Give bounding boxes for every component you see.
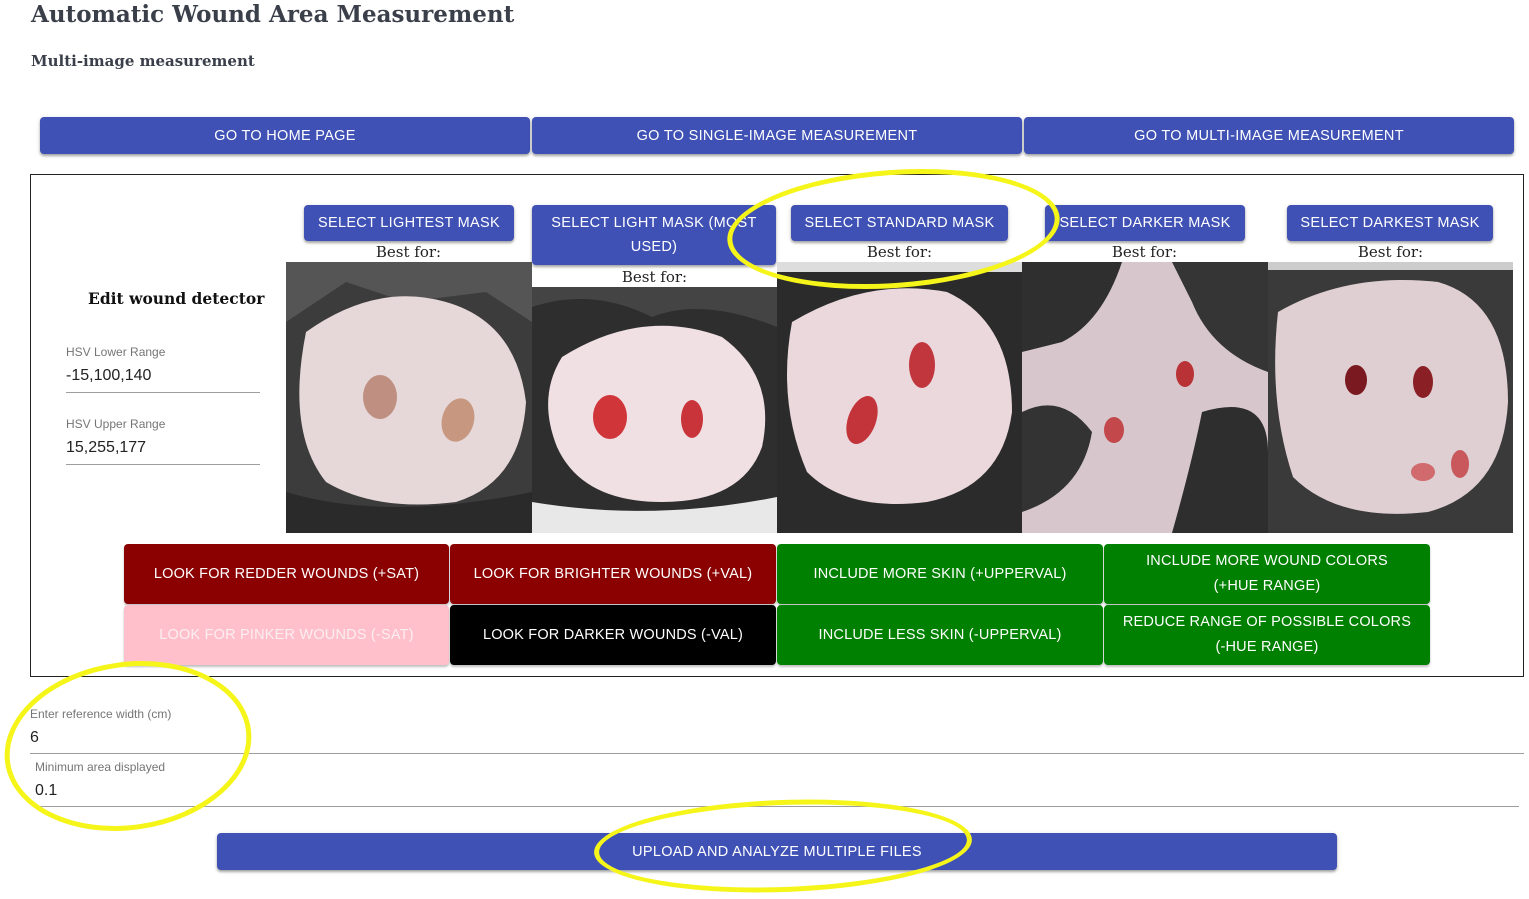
minimum-area-label: Minimum area displayed [35,760,166,774]
multi-image-button[interactable]: GO TO MULTI-IMAGE MEASUREMENT [1024,117,1514,154]
pinker-wounds-button[interactable]: LOOK FOR PINKER WOUNDS (-SAT) [124,605,449,665]
best-for-label: Best for: [1111,243,1178,261]
page-title: Automatic Wound Area Measurement [31,1,515,28]
minimum-area-input[interactable]: 0.1 [35,782,1519,806]
less-skin-button[interactable]: INCLUDE LESS SKIN (-UPPERVAL) [777,605,1103,665]
lightest-mask-example-image [286,262,532,533]
minimum-area-underline [35,806,1519,807]
home-page-button[interactable]: GO TO HOME PAGE [40,117,530,154]
page-subtitle: Multi-image measurement [31,52,255,70]
select-lightest-mask-button[interactable]: SELECT LIGHTEST MASK [304,205,514,241]
darker-wounds-button[interactable]: LOOK FOR DARKER WOUNDS (-VAL) [450,605,776,665]
select-light-mask-button[interactable]: SELECT LIGHT MASK (MOST USED) [532,205,776,265]
reference-width-input[interactable]: 6 [30,729,1524,753]
hsv-upper-underline [66,464,260,465]
select-darker-mask-button[interactable]: SELECT DARKER MASK [1045,205,1245,241]
more-wound-colors-button[interactable]: INCLUDE MORE WOUND COLORS (+HUE RANGE) [1104,544,1430,604]
reference-width-underline [30,753,1524,754]
standard-mask-example-image [777,262,1022,533]
select-standard-mask-button[interactable]: SELECT STANDARD MASK [791,205,1008,241]
redder-wounds-button[interactable]: LOOK FOR REDDER WOUNDS (+SAT) [124,544,449,604]
hsv-upper-label: HSV Upper Range [66,417,166,431]
light-mask-example-image [532,287,777,533]
edit-wound-detector-title: Edit wound detector [88,289,265,308]
upload-analyze-button[interactable]: UPLOAD AND ANALYZE MULTIPLE FILES [217,833,1337,870]
single-image-button[interactable]: GO TO SINGLE-IMAGE MEASUREMENT [532,117,1022,154]
best-for-label: Best for: [1357,243,1424,261]
reduce-color-range-button[interactable]: REDUCE RANGE OF POSSIBLE COLORS (-HUE RA… [1104,605,1430,665]
brighter-wounds-button[interactable]: LOOK FOR BRIGHTER WOUNDS (+VAL) [450,544,776,604]
best-for-label: Best for: [621,268,688,286]
best-for-label: Best for: [375,243,442,261]
reference-width-label: Enter reference width (cm) [30,707,172,721]
best-for-label: Best for: [866,243,933,261]
hsv-lower-label: HSV Lower Range [66,345,166,359]
hsv-upper-input[interactable]: 15,255,177 [66,439,260,463]
darkest-mask-example-image [1268,262,1513,533]
hsv-lower-underline [66,392,260,393]
darker-mask-example-image [1022,262,1268,533]
more-skin-button[interactable]: INCLUDE MORE SKIN (+UPPERVAL) [777,544,1103,604]
select-darkest-mask-button[interactable]: SELECT DARKEST MASK [1287,205,1493,241]
hsv-lower-input[interactable]: -15,100,140 [66,367,260,391]
